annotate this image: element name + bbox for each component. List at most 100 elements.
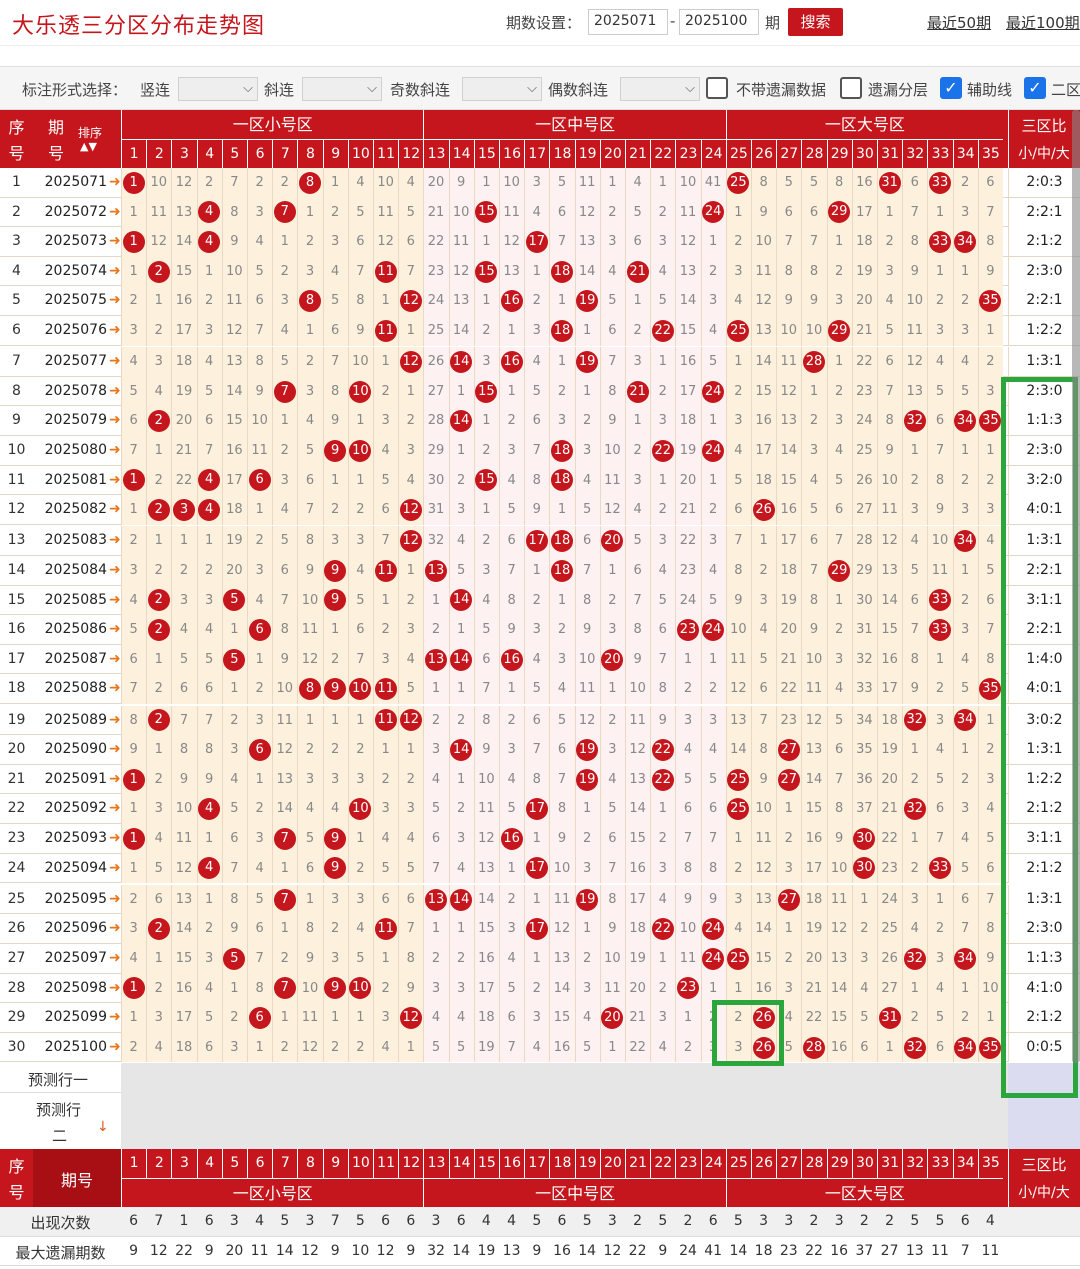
winning-ball: 14 (450, 888, 473, 911)
winning-ball: 34 (954, 947, 977, 970)
row-seq: 26 (7, 920, 26, 937)
miss-count: 27 (427, 383, 445, 399)
miss-layer-checkbox[interactable] (840, 77, 862, 99)
miss-count: 7 (356, 651, 365, 667)
miss-count: 11 (503, 204, 520, 220)
miss-count: 2 (910, 1010, 919, 1026)
miss-count: 6 (658, 622, 667, 638)
zone-mid-header: 一区中号区 (423, 110, 725, 139)
search-button[interactable]: 搜索 (788, 8, 843, 36)
miss-count: 1 (482, 234, 491, 250)
footer-number: 23 (675, 1149, 700, 1179)
miss-count: 8 (305, 533, 315, 549)
miss-count: 5 (305, 831, 315, 846)
diagonal-select[interactable]: ⌵ (302, 77, 382, 101)
arrow-right-icon: ➜ (109, 770, 121, 787)
recent-50-link[interactable]: 最近50期 (927, 12, 991, 33)
miss-count: 3 (961, 323, 970, 338)
scrollbar[interactable] (1072, 110, 1080, 1064)
miss-count: 16 (805, 831, 823, 846)
sort-arrows-icon[interactable]: ▲▼ (80, 140, 97, 153)
row-period: 2025086 (44, 621, 107, 638)
miss-count: 3 (255, 712, 264, 728)
vertical-select[interactable]: ⌵ (178, 77, 258, 101)
miss-count: 2 (205, 921, 214, 937)
recent-100-link[interactable]: 最近100期 (1006, 12, 1080, 33)
winning-ball: 18 (551, 319, 573, 342)
period-to-input[interactable]: 2025100 (679, 9, 759, 35)
winning-ball: 1 (122, 469, 145, 492)
no-miss-checkbox[interactable] (706, 77, 728, 99)
miss-count: 4 (230, 771, 239, 787)
stats-maxmiss-value: 22 (175, 1242, 193, 1259)
miss-count: 3 (507, 443, 516, 458)
miss-count: 11 (881, 502, 898, 518)
miss-count: 1 (734, 204, 743, 220)
miss-count: 4 (205, 980, 214, 996)
miss-count: 20 (805, 951, 823, 966)
miss-count: 4 (457, 533, 466, 549)
page-title: 大乐透三分区分布走势图 (12, 14, 266, 39)
miss-count: 2 (784, 951, 793, 966)
miss-count: 5 (583, 502, 592, 518)
footer-number: 12 (398, 1149, 423, 1179)
miss-count: 2 (431, 951, 441, 966)
miss-count: 3 (331, 771, 340, 787)
miss-count: 9 (280, 651, 289, 667)
miss-count: 30 (427, 472, 445, 488)
miss-count: 5 (885, 323, 894, 338)
miss-count: 1 (784, 801, 793, 817)
miss-count: 8 (129, 712, 138, 728)
miss-count: 3 (557, 651, 567, 667)
winning-ball: 27 (777, 888, 800, 911)
aux-line-checkbox[interactable]: ✓ (940, 77, 962, 99)
down-arrow-icon[interactable]: ↓ (97, 1119, 109, 1135)
odd-diagonal-select[interactable]: ⌵ (462, 77, 542, 101)
even-diagonal-select[interactable]: ⌵ (620, 77, 700, 101)
miss-count: 2 (154, 980, 163, 996)
miss-count: 7 (557, 234, 567, 250)
miss-count: 1 (305, 204, 315, 220)
miss-count: 23 (881, 860, 898, 876)
footer-number: 13 (423, 1149, 448, 1179)
number-header: 35 (977, 139, 1003, 168)
miss-count: 2 (986, 472, 995, 488)
miss-count: 12 (175, 175, 193, 190)
miss-count: 7 (986, 891, 995, 907)
number-header: 6 (247, 139, 273, 168)
miss-count: 1 (305, 323, 315, 338)
footer-number: 31 (877, 1149, 902, 1179)
winning-ball: 27 (777, 768, 800, 791)
footer-number: 7 (272, 1149, 297, 1179)
miss-count: 31 (856, 622, 873, 638)
miss-count: 9 (230, 921, 239, 937)
row-seq: 15 (7, 591, 26, 608)
miss-count: 2 (608, 712, 617, 728)
period-from-input[interactable]: 2025071 (588, 9, 668, 35)
miss-count: 1 (658, 472, 667, 488)
arrow-right-icon: ➜ (109, 471, 121, 488)
number-header: 32 (902, 139, 928, 168)
winning-ball: 35 (979, 1036, 1002, 1059)
row-ratio: 2:3:0 (1008, 256, 1080, 286)
row-ratio: 1:2:2 (1008, 316, 1080, 345)
winning-ball: 16 (500, 827, 523, 850)
miss-count: 5 (507, 502, 516, 518)
predict-grid[interactable] (121, 1063, 1008, 1150)
winning-ball: 5 (223, 648, 246, 671)
sort-label[interactable]: 排序 (78, 124, 102, 141)
zone2-checkbox[interactable]: ✓ (1024, 77, 1046, 99)
miss-count: 19 (856, 263, 873, 279)
row-period: 2025095 (44, 890, 107, 907)
period-unit: 期 (765, 14, 781, 32)
miss-count: 1 (583, 921, 592, 937)
footer-ratio-top: 三区比 (1021, 1156, 1067, 1175)
miss-count: 13 (452, 293, 470, 309)
miss-count: 22 (175, 472, 193, 488)
miss-count: 3 (431, 742, 441, 758)
miss-count: 22 (856, 354, 873, 370)
miss-count: 9 (784, 293, 793, 309)
highlight-box-ratio (1001, 377, 1078, 1099)
miss-count: 1 (557, 354, 567, 370)
miss-count: 4 (356, 175, 365, 190)
